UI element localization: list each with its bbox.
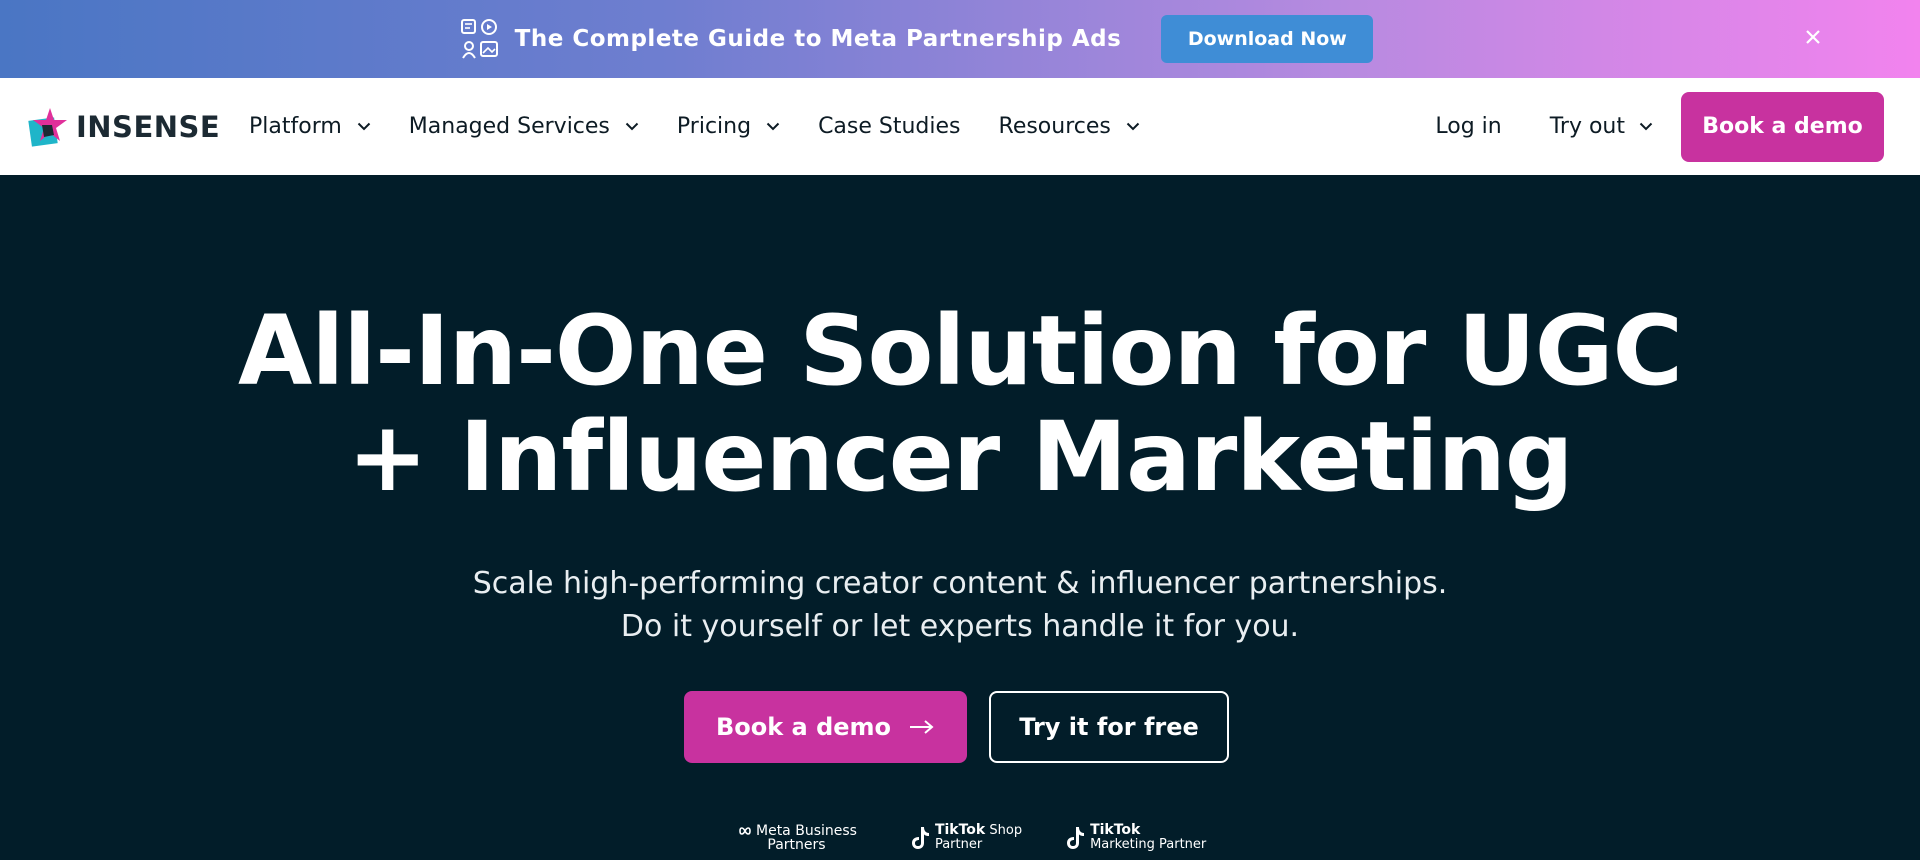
login-link[interactable]: Log in	[1435, 114, 1501, 139]
hero-title-line-2: + Influencer Marketing	[347, 401, 1573, 513]
tiktok-shop-brand: TikTok	[934, 822, 986, 838]
promo-content: The Complete Guide to Meta Partnership A…	[459, 15, 1374, 63]
hero-title-line-1: All-In-One Solution for UGC	[238, 295, 1683, 407]
book-demo-button[interactable]: Book a demo	[684, 691, 967, 763]
insense-logo[interactable]: INSENSE	[28, 105, 220, 149]
tiktok-icon	[1067, 826, 1085, 849]
nav-menu: Platform Managed Services Pricing Case S…	[249, 78, 1178, 175]
meta-partner-line-1: Meta Business	[756, 822, 857, 839]
try-out-label: Try out	[1549, 114, 1625, 139]
guide-icon	[460, 19, 498, 59]
nav-item-resources[interactable]: Resources	[999, 114, 1140, 139]
promo-banner: The Complete Guide to Meta Partnership A…	[0, 0, 1920, 78]
nav-item-label: Resources	[998, 114, 1111, 139]
chevron-down-icon	[766, 122, 780, 131]
tiktok-shop-suffix: Shop	[989, 823, 1023, 838]
nav-item-label: Platform	[249, 114, 342, 139]
arrow-right-icon	[910, 720, 934, 734]
partner-badges: Meta Business Partners TikTok Shop Partn…	[736, 823, 1246, 852]
logo-star-icon	[28, 108, 67, 147]
nav-item-platform[interactable]: Platform	[249, 114, 371, 139]
chevron-down-icon	[1126, 122, 1140, 131]
tiktok-marketing-line-2: Marketing Partner	[1090, 837, 1207, 852]
tiktok-icon	[911, 826, 929, 849]
download-now-button[interactable]: Download Now	[1161, 15, 1374, 63]
meta-partner-line-2: Partners	[767, 836, 826, 853]
hero-cta-row: Book a demo Try it for free	[684, 691, 1229, 763]
chevron-down-icon	[1639, 122, 1653, 131]
try-free-button[interactable]: Try it for free	[989, 691, 1229, 763]
nav-item-label: Case Studies	[818, 114, 961, 139]
nav-item-pricing[interactable]: Pricing	[677, 114, 780, 139]
chevron-down-icon	[357, 122, 370, 131]
hero-title: All-In-One Solution for UGC + Influencer…	[0, 298, 1920, 510]
hero-subtitle-line-1: Scale high-performing creator content & …	[472, 566, 1448, 601]
tiktok-marketing-brand: TikTok	[1090, 822, 1141, 838]
tiktok-shop-line-2: Partner	[934, 837, 983, 852]
nav-actions: Log in Try out Book a demo	[1435, 78, 1884, 175]
nav-item-managed-services[interactable]: Managed Services	[409, 114, 639, 139]
try-out-menu[interactable]: Try out	[1550, 114, 1653, 139]
nav-item-case-studies[interactable]: Case Studies	[818, 114, 960, 139]
close-icon[interactable]	[1802, 26, 1824, 48]
hero-section: All-In-One Solution for UGC + Influencer…	[0, 175, 1920, 860]
book-demo-label: Book a demo	[715, 713, 892, 741]
hero-subtitle: Scale high-performing creator content & …	[0, 562, 1920, 648]
chevron-down-icon	[625, 122, 639, 131]
meta-partner-badge: Meta Business Partners	[736, 824, 857, 852]
hero-subtitle-line-2: Do it yourself or let experts handle it …	[620, 609, 1300, 644]
book-demo-nav-button[interactable]: Book a demo	[1681, 91, 1884, 162]
promo-text: The Complete Guide to Meta Partnership A…	[514, 26, 1122, 52]
logo-text: INSENSE	[76, 110, 221, 144]
tiktok-marketing-partner-badge: TikTok Marketing Partner	[1064, 823, 1206, 852]
tiktok-shop-partner-badge: TikTok Shop Partner	[909, 823, 1022, 852]
nav-item-label: Managed Services	[408, 114, 610, 139]
main-nav: INSENSE Platform Managed Services Pricin…	[0, 78, 1920, 175]
nav-item-label: Pricing	[676, 114, 752, 139]
meta-infinity-icon	[739, 826, 751, 835]
